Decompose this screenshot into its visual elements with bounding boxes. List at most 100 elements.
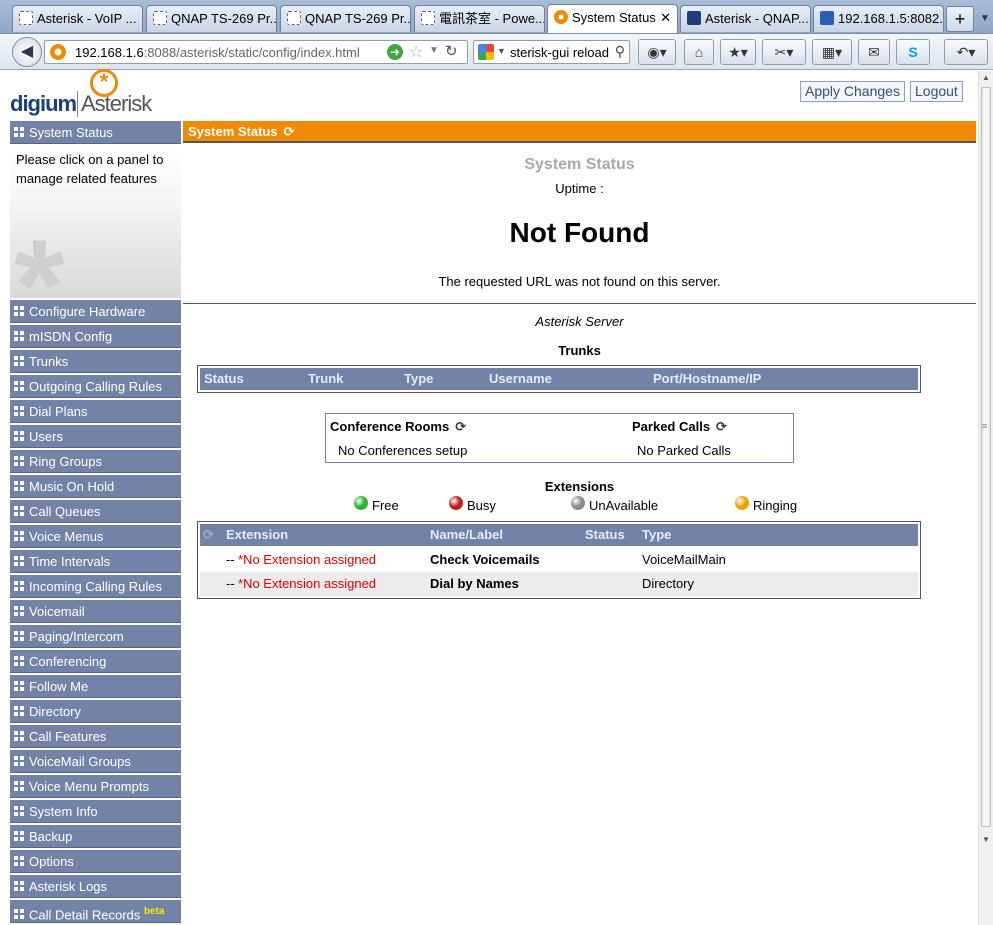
tab-label: 電訊茶室 - Powe...: [439, 11, 545, 26]
sidebar-item-voicemail-groups[interactable]: VoiceMail Groups: [10, 750, 181, 773]
page-icon: [19, 11, 33, 25]
search-icon[interactable]: ⚲: [615, 43, 625, 60]
sidebar-item-voice-menus[interactable]: Voice Menus: [10, 525, 181, 548]
scroll-grip-icon: ≡: [982, 421, 988, 431]
sidebar-item-trunks[interactable]: Trunks: [10, 350, 181, 373]
sidebar-item-music-on-hold[interactable]: Music On Hold: [10, 475, 181, 498]
url-text[interactable]: 192.168.1.6:8088/asterisk/static/config/…: [75, 45, 360, 60]
sidebar-item-system-info[interactable]: System Info: [10, 800, 181, 823]
sidebar-item-call-detail-records[interactable]: Call Detail Records beta: [10, 900, 181, 923]
uptime-label: Uptime :: [555, 181, 604, 196]
row-prefix: --: [226, 576, 235, 591]
extensions-title: Extensions: [544, 479, 615, 494]
sidebar-item-time-intervals[interactable]: Time Intervals: [10, 550, 181, 573]
sidebar-item-ring-groups[interactable]: Ring Groups: [10, 450, 181, 473]
sidebar-item-outgoing-calling-rules[interactable]: Outgoing Calling Rules: [10, 375, 181, 398]
sidebar-item-options[interactable]: Options: [10, 850, 181, 873]
scroll-down-icon[interactable]: ▼: [982, 835, 990, 844]
sidebar-item-asterisk-logs[interactable]: Asterisk Logs: [10, 875, 181, 898]
legend-label: Ringing: [753, 498, 798, 513]
addon-icon: ◉▾: [647, 44, 667, 60]
extensions-table-header: ⟳ Extension Name/Label Status Type: [200, 524, 918, 546]
new-tab-button[interactable]: +: [946, 6, 974, 32]
share-button[interactable]: ↶▾: [944, 39, 988, 65]
apps-button[interactable]: ▦▾: [812, 39, 852, 65]
legend-label: UnAvailable: [589, 498, 659, 513]
trunks-table: Status Trunk Type Username Port/Hostname…: [197, 365, 921, 393]
addon-button[interactable]: ◉▾: [638, 39, 676, 65]
type-value: Directory: [642, 576, 695, 591]
grid-icon: [14, 356, 25, 367]
sidebar-item-directory[interactable]: Directory: [10, 700, 181, 723]
extension-value: *No Extension assigned: [238, 552, 377, 567]
panel-heading: System Status: [188, 124, 278, 139]
reload-icon[interactable]: ↻: [445, 42, 458, 60]
sidebar-item-voicemail[interactable]: Voicemail: [10, 600, 181, 623]
browser-tab[interactable]: QNAP TS-269 Pr...: [280, 5, 411, 32]
sidebar-item-paging-intercom[interactable]: Paging/Intercom: [10, 625, 181, 648]
sidebar-item-incoming-calling-rules[interactable]: Incoming Calling Rules: [10, 575, 181, 598]
beta-badge: beta: [143, 906, 165, 917]
sidebar-item-call-features[interactable]: Call Features: [10, 725, 181, 748]
browser-tab[interactable]: 192.168.1.5:8082...: [813, 5, 944, 32]
column-header: Extension: [226, 527, 289, 542]
legend-label: Busy: [467, 498, 496, 513]
address-bar[interactable]: 192.168.1.6:8088/asterisk/static/config/…: [44, 40, 468, 64]
bookmark-star-icon[interactable]: ☆: [409, 42, 423, 62]
tab-list-icon[interactable]: ▼: [978, 6, 992, 32]
history-dropdown-icon[interactable]: ▼: [429, 45, 439, 56]
sidebar-item-follow-me[interactable]: Follow Me: [10, 675, 181, 698]
google-icon: [820, 11, 834, 25]
browser-tab[interactable]: Asterisk - VoIP ...: [12, 5, 143, 32]
sidebar-item-system-status[interactable]: System Status: [10, 121, 181, 144]
sidebar-nav-list: Configure Hardware mISDN Config Trunks Outg…: [10, 300, 181, 898]
refresh-icon[interactable]: ⟳: [716, 419, 727, 435]
scroll-up-icon[interactable]: ▲: [982, 73, 990, 82]
page-title: System Status: [524, 156, 635, 173]
bookmarks-button[interactable]: ★▾: [720, 39, 756, 65]
table-row[interactable]: -- *No Extension assigned Check Voicemai…: [200, 548, 918, 572]
close-icon[interactable]: ✕: [660, 5, 671, 30]
tools-button[interactable]: ✂▾: [762, 39, 806, 65]
browser-tab[interactable]: 電訊茶室 - Powe...: [414, 5, 545, 32]
sidebar-item-configure-hardware[interactable]: Configure Hardware: [10, 300, 181, 323]
search-bar[interactable]: ▼ sterisk-gui reload ⚲: [473, 40, 630, 64]
sidebar-item-dial-plans[interactable]: Dial Plans: [10, 400, 181, 423]
browser-tab-active[interactable]: System Status ✕: [547, 4, 678, 33]
asterisk-logo-icon: *: [90, 69, 118, 97]
site-identity-icon[interactable]: [50, 44, 66, 60]
scrollbar-thumb[interactable]: [981, 87, 991, 827]
sidebar-item-voice-menu-prompts[interactable]: Voice Menu Prompts: [10, 775, 181, 798]
mail-button[interactable]: ✉: [858, 39, 890, 65]
logout-button[interactable]: Logout: [910, 81, 963, 102]
skype-button[interactable]: S: [896, 39, 930, 65]
search-engine-icon[interactable]: [478, 44, 494, 60]
status-dot-icon: [571, 496, 585, 510]
back-button[interactable]: ◀: [12, 37, 42, 67]
refresh-icon[interactable]: ⟳: [203, 524, 214, 546]
search-input[interactable]: sterisk-gui reload: [510, 45, 610, 60]
logo-digium-text: digium: [10, 91, 77, 116]
sidebar-item-conferencing[interactable]: Conferencing: [10, 650, 181, 673]
sidebar-item-call-queues[interactable]: Call Queues: [10, 500, 181, 523]
browser-tab[interactable]: Asterisk - QNAP...: [680, 5, 811, 32]
page-scrollbar[interactable]: ▲ ≡ ▼: [978, 71, 993, 925]
chevron-down-icon[interactable]: ▼: [497, 46, 506, 56]
grid-icon: [14, 581, 25, 592]
apply-changes-button[interactable]: Apply Changes: [800, 81, 905, 102]
sidebar-item-label: mISDN Config: [29, 329, 113, 344]
parked-calls-heading: Parked Calls ⟳: [632, 419, 727, 435]
sidebar-item-misdn-config[interactable]: mISDN Config: [10, 325, 181, 348]
sidebar-item-users[interactable]: Users: [10, 425, 181, 448]
server-label: Asterisk Server: [535, 314, 624, 329]
browser-tab[interactable]: QNAP TS-269 Pr...: [146, 5, 277, 32]
table-row[interactable]: -- *No Extension assigned Dial by Names …: [200, 572, 918, 596]
logo-separator: [77, 91, 78, 117]
trunks-table-header: Status Trunk Type Username Port/Hostname…: [200, 368, 918, 390]
refresh-icon[interactable]: ⟳: [284, 121, 295, 143]
sidebar-item-backup[interactable]: Backup: [10, 825, 181, 848]
go-icon[interactable]: ➜: [387, 44, 403, 60]
status-dot-icon: [735, 496, 749, 510]
home-button[interactable]: ⌂: [684, 39, 714, 65]
refresh-icon[interactable]: ⟳: [455, 419, 466, 435]
